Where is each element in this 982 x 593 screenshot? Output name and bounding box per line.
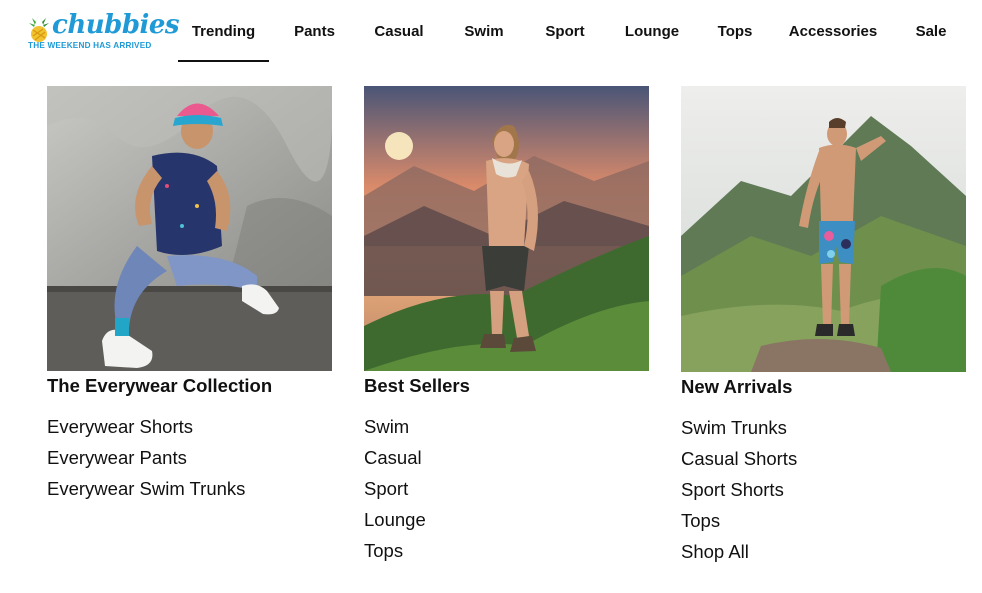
link-tops[interactable]: Tops [364,535,649,566]
main-nav: Trending Pants Casual Swim Sport Lounge … [178,0,962,62]
new-arrivals-image[interactable] [681,86,966,372]
model-green-mountain-photo [681,86,966,372]
menu-column-everywear: The Everywear Collection Everywear Short… [47,86,332,504]
nav-item-pants[interactable]: Pants [269,0,360,62]
nav-item-casual[interactable]: Casual [360,0,438,62]
link-list: Everywear Shorts Everywear Pants Everywe… [47,411,332,504]
everywear-collection-image[interactable] [47,86,332,371]
link-everywear-shorts[interactable]: Everywear Shorts [47,411,332,442]
link-everywear-swim-trunks[interactable]: Everywear Swim Trunks [47,473,332,504]
nav-item-accessories[interactable]: Accessories [766,0,900,62]
menu-column-new-arrivals: New Arrivals Swim Trunks Casual Shorts S… [681,86,966,567]
nav-item-swim[interactable]: Swim [438,0,530,62]
brand-logo[interactable]: chubbies THE WEEKEND HAS ARRIVED [28,10,180,56]
link-lounge[interactable]: Lounge [364,504,649,535]
brand-tagline: THE WEEKEND HAS ARRIVED [28,41,152,50]
link-shop-all[interactable]: Shop All [681,536,966,567]
link-list: Swim Casual Sport Lounge Tops [364,411,649,566]
link-everywear-pants[interactable]: Everywear Pants [47,442,332,473]
model-mountain-sunset-photo [364,86,649,371]
link-sport[interactable]: Sport [364,473,649,504]
link-casual[interactable]: Casual [364,442,649,473]
column-title[interactable]: Best Sellers [364,373,649,401]
link-swim[interactable]: Swim [364,411,649,442]
pineapple-icon [29,14,49,42]
brand-wordmark: chubbies [52,10,180,40]
nav-item-sport[interactable]: Sport [530,0,600,62]
nav-item-tops[interactable]: Tops [704,0,766,62]
nav-item-trending[interactable]: Trending [178,0,269,62]
column-title[interactable]: The Everywear Collection [47,373,332,401]
link-list: Swim Trunks Casual Shorts Sport Shorts T… [681,412,966,567]
link-swim-trunks[interactable]: Swim Trunks [681,412,966,443]
column-title[interactable]: New Arrivals [681,374,966,402]
link-tops[interactable]: Tops [681,505,966,536]
model-crouching-photo [47,86,332,371]
nav-item-sale[interactable]: Sale [900,0,962,62]
link-casual-shorts[interactable]: Casual Shorts [681,443,966,474]
menu-column-best-sellers: Best Sellers Swim Casual Sport Lounge To… [364,86,649,566]
nav-item-lounge[interactable]: Lounge [600,0,704,62]
site-header: chubbies THE WEEKEND HAS ARRIVED Trendin… [0,0,982,64]
best-sellers-image[interactable] [364,86,649,371]
link-sport-shorts[interactable]: Sport Shorts [681,474,966,505]
